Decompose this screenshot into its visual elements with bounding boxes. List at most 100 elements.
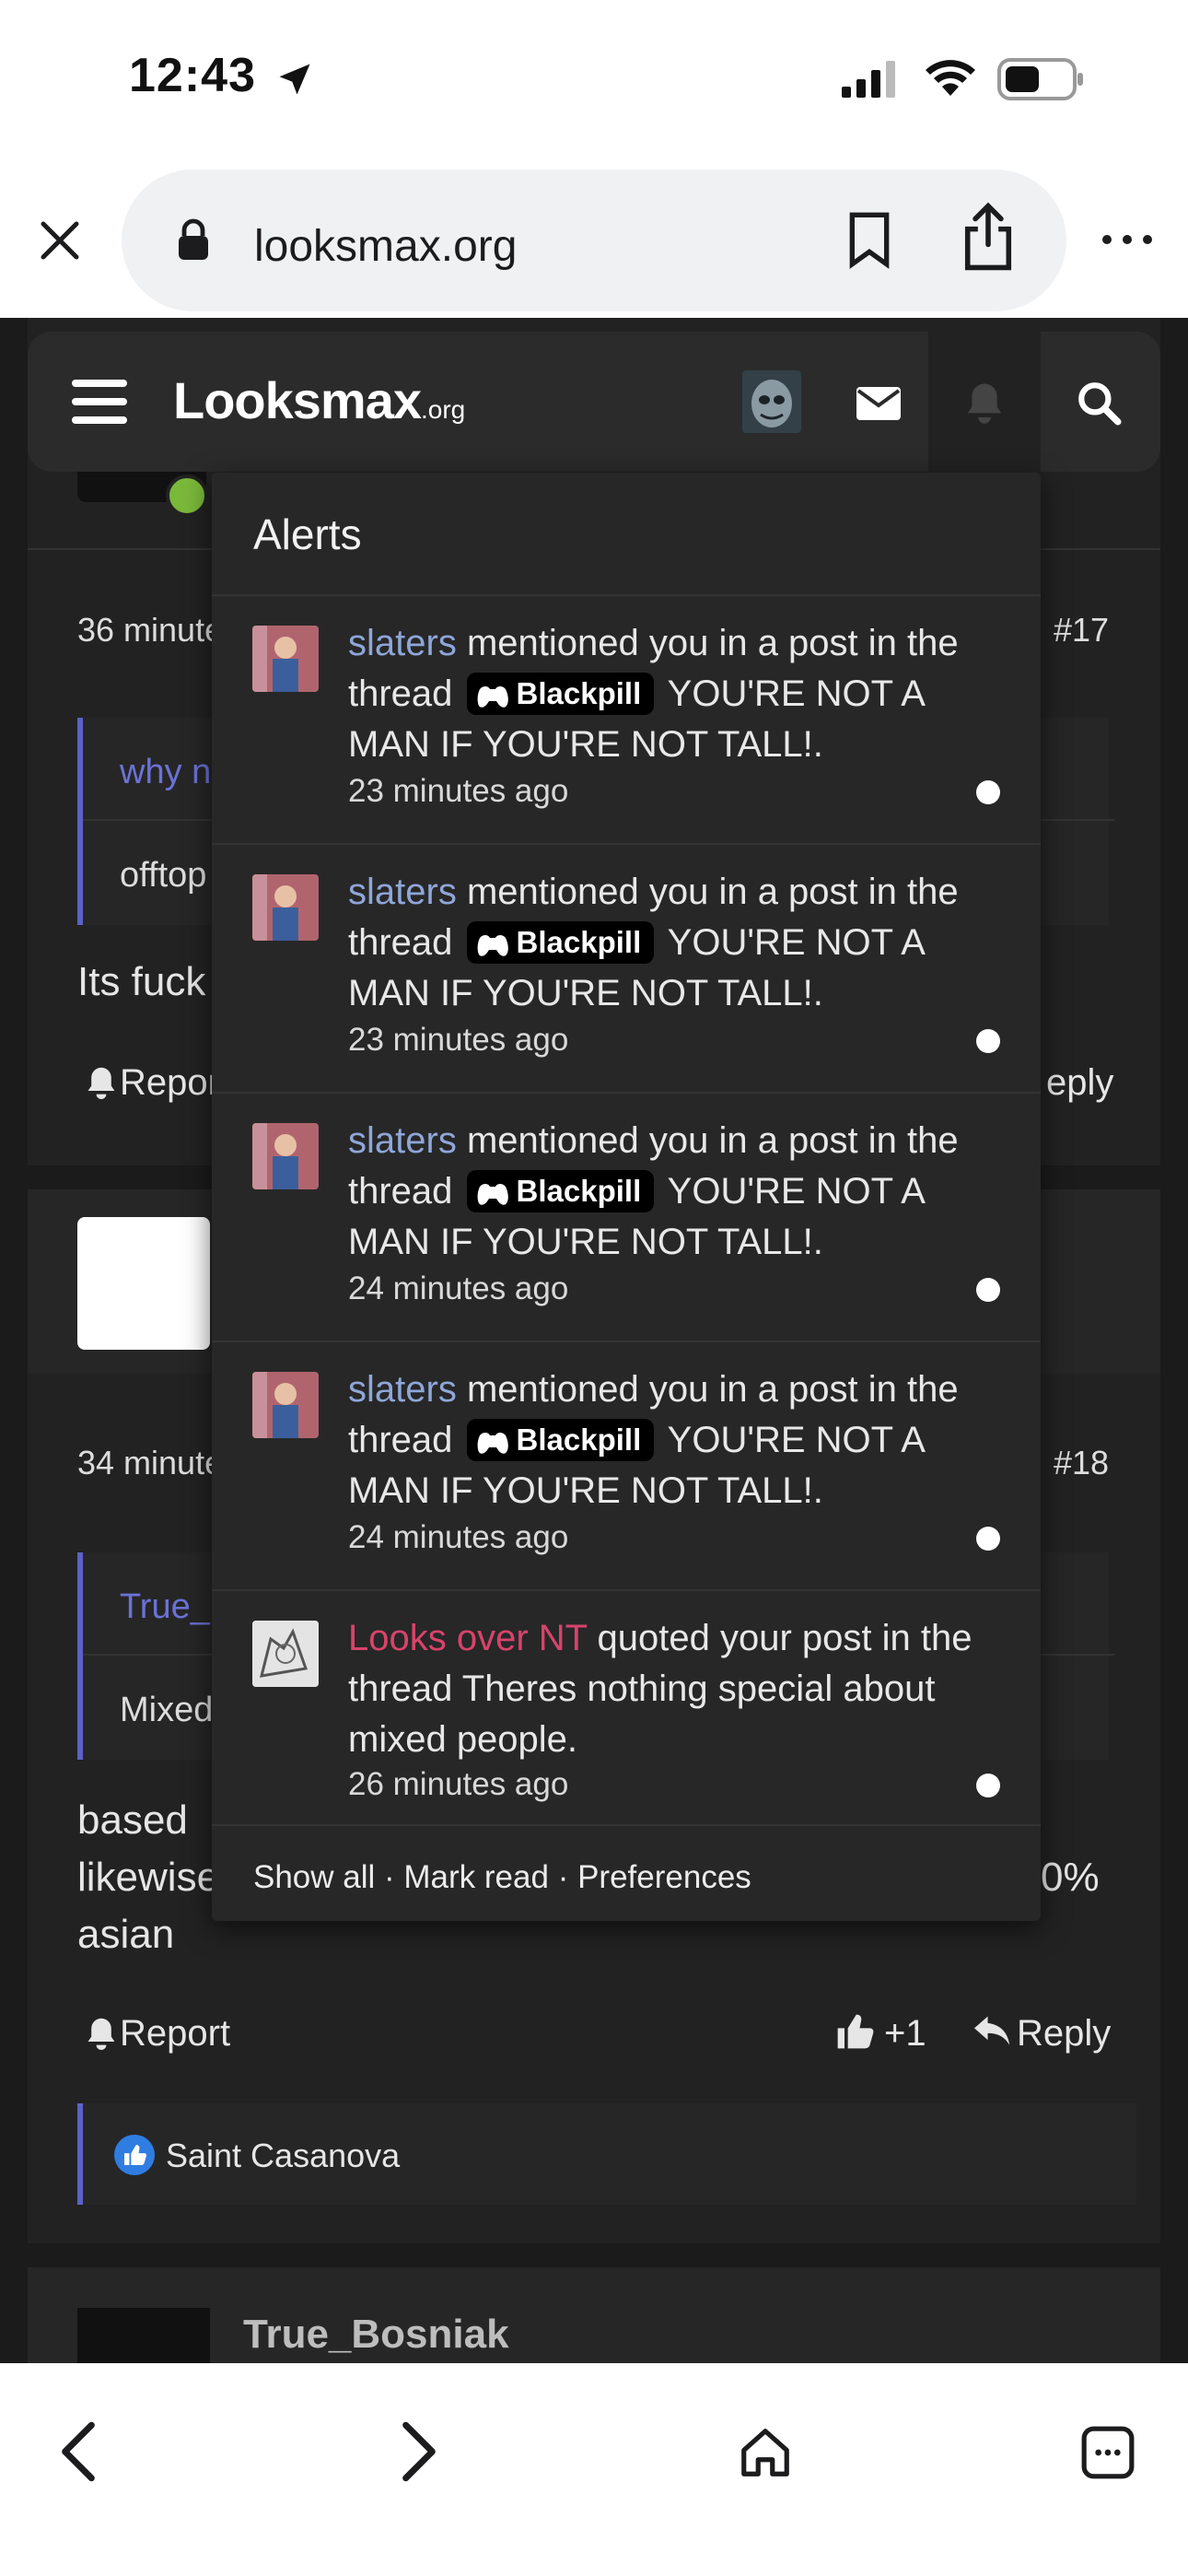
status-time: 12:43 bbox=[129, 49, 256, 102]
gamepad-icon bbox=[477, 1433, 508, 1454]
report-link[interactable]: Repor bbox=[120, 1062, 220, 1104]
alerts-tab-active[interactable] bbox=[928, 332, 1041, 472]
unread-dot[interactable] bbox=[976, 1527, 1000, 1551]
alert-user[interactable]: slaters bbox=[348, 623, 457, 663]
prefix-label: Blackpill bbox=[516, 676, 642, 710]
alert-user[interactable]: Looks over NT bbox=[348, 1618, 587, 1658]
unread-dot[interactable] bbox=[976, 1029, 1000, 1053]
alert-user[interactable]: slaters bbox=[348, 872, 457, 912]
prefix-tag: Blackpill bbox=[466, 1419, 655, 1461]
user-avatar[interactable] bbox=[252, 626, 319, 692]
thumbs-up-icon[interactable] bbox=[834, 2011, 875, 2052]
reply-link[interactable]: eply bbox=[1046, 1062, 1113, 1104]
unread-dot[interactable] bbox=[976, 780, 1000, 804]
separator: · bbox=[375, 1859, 404, 1895]
site-logo[interactable]: Looksmax.org bbox=[173, 370, 465, 430]
hamburger-menu-icon[interactable] bbox=[72, 378, 127, 426]
reaction-users[interactable]: Saint Casanova bbox=[166, 2137, 400, 2175]
alert-text: slaters mentioned you in a post in the t… bbox=[348, 618, 993, 770]
post-number[interactable]: #18 bbox=[1054, 1444, 1109, 1482]
avatar[interactable] bbox=[77, 1217, 210, 1350]
user-avatar[interactable] bbox=[252, 1621, 319, 1687]
wifi-icon bbox=[926, 60, 975, 96]
user-avatar[interactable] bbox=[252, 1123, 319, 1189]
prefix-tag: Blackpill bbox=[466, 921, 655, 964]
alert-item[interactable]: Looks over NT quoted your post in the th… bbox=[212, 1589, 1041, 1824]
post-body-fragment: 0% bbox=[1041, 1855, 1100, 1900]
alert-item[interactable]: slaters mentioned you in a post in the t… bbox=[212, 1341, 1041, 1589]
quote-text: Mixed bbox=[120, 1691, 214, 1729]
bell-icon bbox=[87, 1067, 115, 1099]
cellular-signal-icon bbox=[842, 61, 895, 98]
url-field[interactable]: looksmax.org bbox=[122, 170, 1066, 311]
back-icon[interactable] bbox=[57, 2418, 99, 2485]
alerts-dropdown: Alerts slaters mentioned you in a post i… bbox=[212, 473, 1041, 1921]
unread-dot[interactable] bbox=[976, 1278, 1000, 1302]
home-icon[interactable] bbox=[737, 2424, 794, 2481]
prefix-tag: Blackpill bbox=[466, 1170, 655, 1212]
user-avatar[interactable] bbox=[252, 1372, 319, 1438]
separator: · bbox=[548, 1859, 578, 1895]
quote-author[interactable]: why n bbox=[120, 753, 211, 792]
alert-user[interactable]: slaters bbox=[348, 1120, 457, 1161]
forward-icon[interactable] bbox=[398, 2418, 440, 2485]
envelope-icon[interactable] bbox=[856, 387, 901, 420]
reply-link[interactable]: Reply bbox=[1017, 2013, 1111, 2055]
logo-text: Looksmax bbox=[173, 371, 422, 429]
reactions-bar[interactable]: Saint Casanova bbox=[77, 2103, 1136, 2205]
post-author[interactable]: True_Bosniak bbox=[243, 2312, 509, 2358]
post-body-line: based bbox=[77, 1797, 188, 1843]
user-avatar[interactable] bbox=[742, 370, 801, 433]
alert-text: slaters mentioned you in a post in the t… bbox=[348, 1116, 993, 1268]
like-count[interactable]: +1 bbox=[884, 2013, 926, 2055]
close-tab-icon[interactable] bbox=[35, 216, 85, 265]
post-time[interactable]: 34 minute bbox=[77, 1444, 223, 1482]
gamepad-icon bbox=[477, 935, 508, 956]
alert-item[interactable]: slaters mentioned you in a post in the t… bbox=[212, 1092, 1041, 1341]
alert-item[interactable]: slaters mentioned you in a post in the t… bbox=[212, 594, 1041, 843]
post-body-line: likewise bbox=[77, 1855, 220, 1900]
url-text: looksmax.org bbox=[254, 222, 518, 271]
browser-toolbar bbox=[0, 2363, 1188, 2576]
show-all-link[interactable]: Show all bbox=[253, 1859, 375, 1895]
gamepad-icon bbox=[477, 1184, 508, 1205]
web-page: 36 minute #17 why n offtop Its fuck Repo… bbox=[0, 318, 1188, 2363]
logo-suffix: .org bbox=[421, 395, 466, 424]
more-options-icon[interactable] bbox=[1100, 230, 1155, 249]
alert-text: slaters mentioned you in a post in the t… bbox=[348, 1364, 993, 1516]
alert-time: 23 minutes ago bbox=[348, 1022, 569, 1058]
prefix-tag: Blackpill bbox=[466, 673, 655, 715]
avatar[interactable] bbox=[77, 2308, 210, 2363]
search-icon[interactable] bbox=[1076, 380, 1122, 426]
tabs-icon[interactable] bbox=[1079, 2424, 1136, 2481]
alerts-title: Alerts bbox=[253, 510, 362, 558]
alert-text: Looks over NT quoted your post in the th… bbox=[348, 1613, 993, 1765]
post-number[interactable]: #17 bbox=[1054, 611, 1109, 650]
gamepad-icon bbox=[477, 686, 508, 708]
bell-icon bbox=[967, 383, 1002, 424]
alert-time: 24 minutes ago bbox=[348, 1519, 569, 1555]
status-bar: 12:43 bbox=[0, 0, 1188, 166]
share-icon[interactable] bbox=[960, 201, 1017, 273]
alert-time: 26 minutes ago bbox=[348, 1766, 569, 1802]
reply-icon bbox=[974, 2016, 1010, 2045]
post-separator bbox=[28, 2243, 1160, 2267]
bookmark-icon[interactable] bbox=[844, 210, 895, 269]
unread-dot[interactable] bbox=[976, 1774, 1000, 1797]
alert-user[interactable]: slaters bbox=[348, 1369, 457, 1410]
online-indicator bbox=[166, 474, 208, 517]
user-avatar[interactable] bbox=[252, 874, 319, 941]
prefix-label: Blackpill bbox=[516, 925, 642, 959]
site-navbar: Looksmax.org bbox=[28, 332, 1160, 472]
alerts-footer: Show all · Mark read · Preferences bbox=[212, 1824, 1041, 1921]
quote-text: offtop bbox=[120, 856, 207, 895]
preferences-link[interactable]: Preferences bbox=[577, 1859, 751, 1895]
post-time[interactable]: 36 minute bbox=[77, 611, 223, 650]
alert-time: 23 minutes ago bbox=[348, 773, 569, 809]
alert-text: slaters mentioned you in a post in the t… bbox=[348, 867, 993, 1019]
like-reaction-icon bbox=[114, 2135, 155, 2175]
alert-item[interactable]: slaters mentioned you in a post in the t… bbox=[212, 843, 1041, 1092]
report-link[interactable]: Report bbox=[120, 2013, 230, 2055]
mark-read-link[interactable]: Mark read bbox=[403, 1859, 549, 1895]
bell-icon bbox=[87, 2018, 115, 2050]
